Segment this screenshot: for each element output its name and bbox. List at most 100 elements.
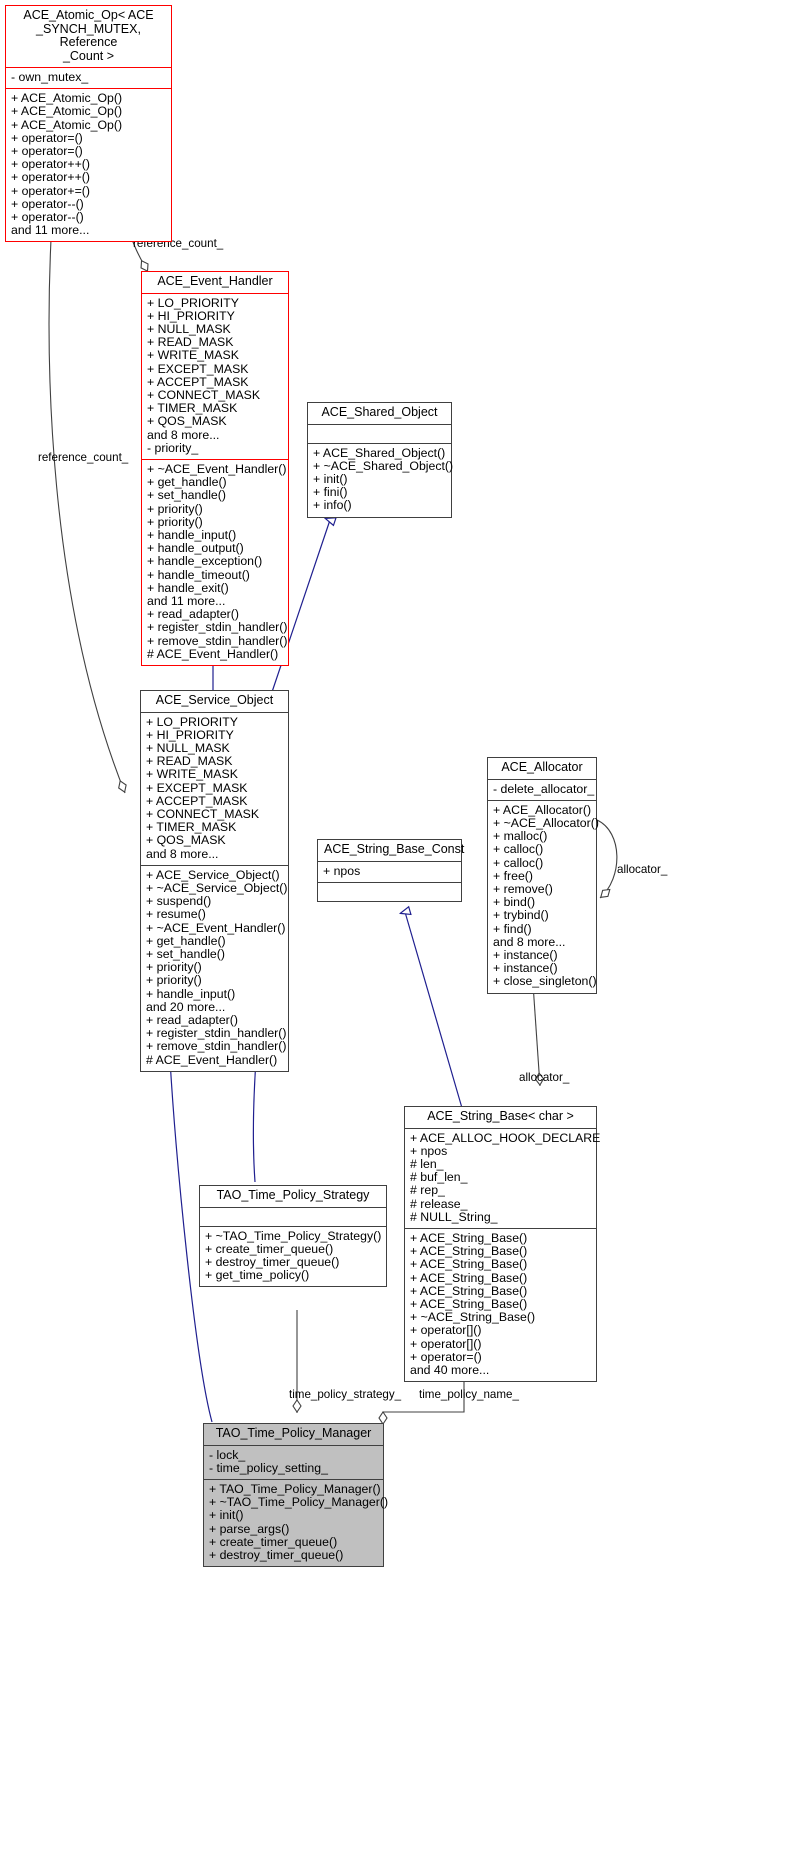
operation-list: + ACE_Shared_Object() + ~ACE_Shared_Objec…	[308, 444, 454, 517]
attribute-list: - own_mutex_	[6, 68, 171, 88]
class-member-row: and 11 more...	[11, 223, 90, 238]
class-member-row: + info()	[313, 498, 352, 513]
class-member-row: + ACCEPT_MASK	[146, 793, 248, 808]
class-member-row: - lock_	[209, 1447, 246, 1462]
relationship-edges	[48, 219, 618, 1425]
class-member-row: + register_stdin_handler()	[147, 620, 288, 635]
class-member-row: + trybind()	[493, 908, 549, 923]
class-node-ace-allocator[interactable]: ACE_Allocator - delete_allocator_ + ACE_…	[487, 757, 599, 994]
class-member-row: + remove_stdin_handler()	[146, 1039, 287, 1054]
class-member-row: + free()	[493, 868, 533, 883]
edge-atomicop-to-serviceobject	[48, 219, 127, 794]
class-member-row: + destroy_timer_queue()	[209, 1547, 344, 1562]
class-operations-section: + ACE_String_Base() + ACE_String_Base() + …	[405, 1227, 596, 1381]
class-member-row: + remove_stdin_handler()	[147, 633, 288, 648]
class-attributes-section: + LO_PRIORITY + HI_PRIORITY + NULL_MASK + R…	[141, 711, 288, 865]
class-operations-section: + TAO_Time_Policy_Manager() + ~TAO_Time_P…	[204, 1478, 388, 1567]
class-title: ACE_Service_Object	[155, 693, 274, 707]
class-member-row: + calloc()	[493, 842, 544, 857]
class-member-row: + WRITE_MASK	[146, 767, 238, 782]
class-title: ACE_Event_Handler	[157, 274, 273, 288]
class-attributes-section: + ACE_ALLOC_HOOK_DECLARE + npos # len_ # bu…	[405, 1127, 601, 1228]
class-member-row: + ACE_String_Base()	[410, 1257, 528, 1272]
edge-allocator-self-aggregation	[596, 819, 618, 899]
class-attributes-section: + npos	[318, 860, 461, 882]
attribute-list: - lock_ - time_policy_setting_	[204, 1446, 383, 1479]
class-diagram-canvas: reference_count_ reference_count_ alloca…	[0, 0, 799, 1859]
class-member-row: # ACE_Event_Handler()	[147, 646, 279, 661]
attribute-list: + ACE_ALLOC_HOOK_DECLARE + npos # len_ # bu…	[405, 1129, 601, 1228]
class-member-row: and 8 more...	[147, 427, 220, 442]
class-member-row: + ACE_Service_Object()	[146, 867, 280, 882]
class-title: ACE_String_Base< char >	[427, 1109, 574, 1123]
class-member-row: and 8 more...	[146, 846, 219, 861]
operation-list: + ACE_Service_Object() + ~ACE_Service_Obj…	[141, 866, 288, 1071]
attribute-list	[200, 1208, 386, 1226]
class-member-row: + ACE_ALLOC_HOOK_DECLARE	[410, 1130, 601, 1145]
class-member-row: + ACCEPT_MASK	[147, 374, 249, 389]
class-title-section: ACE_Atomic_Op< ACE _SYNCH_MUTEX, Referen…	[6, 6, 171, 67]
class-node-ace-atomic-op[interactable]: ACE_Atomic_Op< ACE _SYNCH_MUTEX, Referen…	[5, 5, 172, 243]
class-member-row: + EXCEPT_MASK	[146, 780, 248, 795]
class-member-row: + npos	[323, 863, 361, 878]
class-attributes-section	[308, 423, 451, 443]
class-member-row: + handle_timeout()	[147, 567, 250, 582]
class-member-row: + WRITE_MASK	[147, 348, 239, 363]
class-title: ACE_Atomic_Op< ACE _SYNCH_MUTEX, Referen…	[23, 8, 154, 63]
class-member-row: - time_policy_setting_	[209, 1460, 328, 1475]
class-member-row: + handle_exit()	[147, 580, 229, 595]
class-member-row: + close_singleton()	[493, 974, 597, 989]
class-node-tao-time-policy-manager[interactable]: TAO_Time_Policy_Manager - lock_ - time_po…	[203, 1423, 388, 1568]
class-member-row: + LO_PRIORITY	[146, 714, 238, 729]
class-member-row: + handle_input()	[146, 986, 236, 1001]
class-member-row: + ACE_Atomic_Op()	[11, 104, 123, 119]
class-node-ace-string-base-char[interactable]: ACE_String_Base< char > + ACE_ALLOC_HOOK…	[404, 1106, 601, 1383]
class-member-row: + operator[]()	[410, 1323, 482, 1338]
class-attributes-section: - own_mutex_	[6, 67, 171, 88]
edge-label-allocator-lower: allocator_	[519, 1071, 570, 1084]
class-title-section: ACE_String_Base_Const	[318, 840, 464, 861]
class-title-section: TAO_Time_Policy_Manager	[204, 1424, 383, 1445]
class-title-section: ACE_Allocator	[488, 758, 596, 779]
class-member-row: + create_timer_queue()	[205, 1241, 334, 1256]
class-attributes-section: - delete_allocator_	[488, 778, 596, 800]
class-member-row: + operator[]()	[410, 1336, 482, 1351]
class-operations-section: + ~TAO_Time_Policy_Strategy() + create_ti…	[200, 1225, 386, 1287]
class-attributes-section: - lock_ - time_policy_setting_	[204, 1444, 383, 1479]
class-member-row: + ~ACE_Shared_Object()	[313, 458, 454, 473]
class-node-ace-shared-object[interactable]: ACE_Shared_Object + ACE_Shared_Object() +…	[307, 402, 454, 518]
class-member-row: + ACE_Allocator()	[493, 802, 592, 817]
edge-label-allocator-right: allocator_	[617, 863, 668, 876]
class-member-row: + npos	[410, 1143, 448, 1158]
class-title-section: ACE_Shared_Object	[308, 403, 451, 424]
operation-list: + TAO_Time_Policy_Manager() + ~TAO_Time_P…	[204, 1480, 388, 1566]
class-node-ace-string-base-const[interactable]: ACE_String_Base_Const + npos	[317, 839, 464, 902]
class-title: TAO_Time_Policy_Strategy	[216, 1188, 370, 1202]
class-member-row: + operator+=()	[11, 183, 90, 198]
class-member-row: + create_timer_queue()	[209, 1534, 338, 1549]
class-title-section: ACE_String_Base< char >	[405, 1107, 596, 1128]
class-node-ace-service-object[interactable]: ACE_Service_Object + LO_PRIORITY + HI_PRI…	[140, 690, 289, 1072]
class-member-row: + ACE_Atomic_Op()	[11, 117, 123, 132]
edge-label-reference-count-left: reference_count_	[38, 451, 129, 464]
edge-stringbase-extends-stringbaseconst	[405, 912, 463, 1109]
operation-list	[318, 883, 461, 901]
class-member-row: # release_	[410, 1196, 468, 1211]
class-node-tao-time-policy-strategy[interactable]: TAO_Time_Policy_Strategy + ~TAO_Time_Pol…	[199, 1185, 387, 1288]
class-member-row: and 40 more...	[410, 1362, 490, 1377]
attribute-list: - delete_allocator_	[488, 780, 596, 800]
attribute-list: + LO_PRIORITY + HI_PRIORITY + NULL_MASK + R…	[142, 294, 288, 459]
operation-list: + ~ACE_Event_Handler() + get_handle() + se…	[142, 460, 288, 665]
class-member-row: + EXCEPT_MASK	[147, 361, 249, 376]
edge-label-time-policy-strategy: time_policy_strategy_	[289, 1388, 402, 1401]
class-member-row: + priority()	[146, 973, 202, 988]
operation-list: + ACE_String_Base() + ACE_String_Base() + …	[405, 1229, 596, 1381]
class-node-ace-event-handler[interactable]: ACE_Event_Handler + LO_PRIORITY + HI_PRIO…	[141, 271, 289, 666]
class-member-row: + LO_PRIORITY	[147, 295, 239, 310]
class-operations-section: + ACE_Allocator() + ~ACE_Allocator() + mal…	[488, 799, 599, 993]
class-title-section: ACE_Event_Handler	[142, 272, 288, 293]
class-member-row: + priority()	[147, 501, 203, 516]
class-member-row: + get_time_policy()	[205, 1268, 310, 1283]
class-member-row: - delete_allocator_	[493, 781, 595, 796]
attribute-list: + LO_PRIORITY + HI_PRIORITY + NULL_MASK + R…	[141, 713, 288, 865]
